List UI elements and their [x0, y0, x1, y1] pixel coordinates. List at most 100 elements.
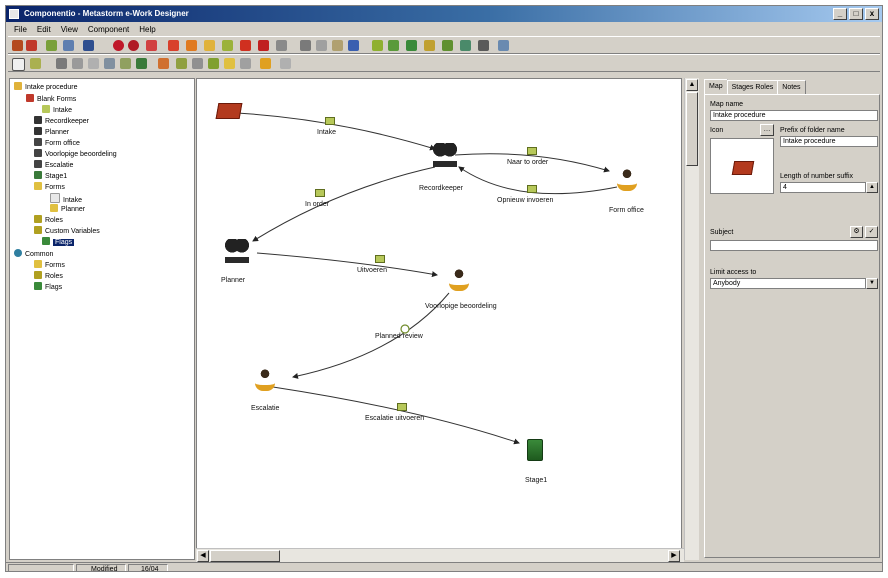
action-icon[interactable] — [397, 403, 407, 411]
prefix-field[interactable]: Intake procedure — [780, 136, 878, 147]
star-icon[interactable] — [168, 40, 179, 51]
save-icon[interactable] — [26, 40, 37, 51]
length-stepper[interactable]: ▲ — [866, 182, 878, 193]
chevron-down-icon[interactable]: ▼ — [866, 278, 878, 289]
map-canvas[interactable]: Recordkeeper Form office Planner Voorlop… — [196, 78, 682, 560]
close-button[interactable]: x — [865, 8, 879, 20]
car-icon[interactable] — [240, 40, 251, 51]
tree-item-common[interactable]: Common — [14, 249, 53, 260]
length-field[interactable]: 4 — [780, 182, 866, 193]
map-icon[interactable] — [388, 40, 399, 51]
tree-item-roles[interactable]: Roles — [34, 215, 63, 226]
edge-opnieuw[interactable] — [458, 166, 618, 195]
action-icon[interactable] — [158, 58, 169, 69]
stage-icon[interactable] — [136, 58, 147, 69]
minimize-button[interactable]: _ — [833, 8, 847, 20]
scroll-thumb-vertical[interactable] — [686, 92, 698, 166]
tree-item-intake-procedure[interactable]: Intake procedure — [14, 82, 78, 93]
copy-icon[interactable] — [316, 40, 327, 51]
tree-item-escalatie[interactable]: Escalatie — [34, 160, 73, 171]
link-icon[interactable] — [30, 58, 41, 69]
tree-item-blank-forms[interactable]: Blank Forms — [26, 94, 76, 105]
node-planner[interactable] — [225, 239, 249, 263]
chart-icon[interactable] — [176, 58, 187, 69]
new-icon[interactable] — [46, 40, 57, 51]
tab-stages-roles[interactable]: Stages Roles — [726, 80, 779, 94]
arrow-icon[interactable] — [372, 40, 383, 51]
node-form-office[interactable] — [617, 169, 637, 191]
leaf-icon[interactable] — [208, 58, 219, 69]
menu-file[interactable]: File — [14, 23, 27, 36]
maximize-button[interactable]: □ — [849, 8, 863, 20]
tree-item-common-roles[interactable]: Roles — [34, 271, 63, 282]
action-icon[interactable] — [527, 147, 537, 155]
tree-item-intake[interactable]: Intake — [42, 105, 72, 116]
flag-icon[interactable] — [258, 40, 269, 51]
action-icon[interactable] — [527, 185, 537, 193]
heart-icon[interactable] — [113, 40, 124, 51]
menu-component[interactable]: Component — [88, 23, 129, 36]
stage-icon[interactable] — [406, 40, 417, 51]
tree-item-planner[interactable]: Planner — [34, 127, 69, 138]
disk-icon[interactable] — [83, 40, 94, 51]
subject-field[interactable] — [710, 240, 878, 251]
tree-item-recordkeeper[interactable]: Recordkeeper — [34, 116, 89, 127]
node-escalatie[interactable] — [255, 369, 275, 391]
pencil-icon[interactable] — [186, 40, 197, 51]
rotate-icon[interactable] — [120, 58, 131, 69]
tree-item-voorlopige[interactable]: Voorlopige beoordeling — [34, 149, 117, 160]
subject-edit-button[interactable]: ⚙ — [850, 226, 863, 238]
limit-access-select[interactable]: Anybody — [710, 278, 866, 289]
print-icon[interactable] — [63, 40, 74, 51]
node-stage1[interactable] — [527, 439, 543, 461]
action-icon[interactable] — [315, 189, 325, 197]
tree-item-common-flags[interactable]: Flags — [34, 282, 62, 293]
scroll-left-button[interactable]: ◀ — [197, 550, 209, 562]
junction-node[interactable] — [400, 324, 410, 334]
node-voorlopige[interactable] — [449, 269, 469, 291]
move-icon[interactable] — [104, 58, 115, 69]
select-icon[interactable] — [12, 58, 25, 71]
binoculars-icon[interactable] — [478, 40, 489, 51]
paste-icon[interactable] — [332, 40, 343, 51]
open-icon[interactable] — [12, 40, 23, 51]
menu-help[interactable]: Help — [139, 23, 155, 36]
help-icon[interactable] — [348, 40, 359, 51]
menu-view[interactable]: View — [61, 23, 78, 36]
action-icon[interactable] — [375, 255, 385, 263]
scroll-up-button[interactable]: ▲ — [686, 79, 698, 91]
action-icon[interactable] — [325, 117, 335, 125]
scroll-thumb-horizontal[interactable] — [210, 550, 280, 562]
tree-item-forms-intake[interactable]: Intake — [50, 193, 82, 204]
start-node[interactable] — [215, 103, 243, 119]
scroll-right-button[interactable]: ▶ — [668, 550, 680, 562]
edge-in-order[interactable] — [252, 166, 436, 242]
align-icon[interactable] — [56, 58, 67, 69]
heart-icon[interactable] — [128, 40, 139, 51]
tree-item-forms[interactable]: Forms — [34, 182, 65, 193]
check-icon[interactable] — [146, 40, 157, 51]
edge-uitvoeren[interactable] — [256, 252, 438, 278]
note-icon[interactable] — [260, 58, 271, 69]
star-icon[interactable] — [224, 58, 235, 69]
text-icon[interactable] — [280, 58, 291, 69]
node-recordkeeper[interactable] — [433, 143, 457, 167]
tree-item-flags[interactable]: Flags — [42, 237, 75, 248]
tree-item-common-forms[interactable]: Forms — [34, 260, 65, 271]
scissors-icon[interactable] — [300, 40, 311, 51]
monitor-icon[interactable] — [498, 40, 509, 51]
menu-edit[interactable]: Edit — [37, 23, 51, 36]
gear-icon[interactable] — [276, 40, 287, 51]
flag-icon[interactable] — [460, 40, 471, 51]
grid-icon[interactable] — [72, 58, 83, 69]
tree-item-custom-variables[interactable]: Custom Variables — [34, 226, 100, 237]
subject-check-button[interactable]: ✓ — [865, 226, 878, 238]
form-icon[interactable] — [424, 40, 435, 51]
zoom-icon[interactable] — [88, 58, 99, 69]
icon-browse-button[interactable]: … — [760, 124, 774, 136]
tree-item-forms-planner[interactable]: Planner — [50, 204, 85, 215]
tab-notes[interactable]: Notes — [777, 80, 806, 94]
canvas-horizontal-scrollbar[interactable]: ◀ ▶ — [196, 548, 684, 563]
canvas-vertical-scrollbar[interactable]: ▲ — [684, 78, 699, 560]
tree-item-form-office[interactable]: Form office — [34, 138, 80, 149]
